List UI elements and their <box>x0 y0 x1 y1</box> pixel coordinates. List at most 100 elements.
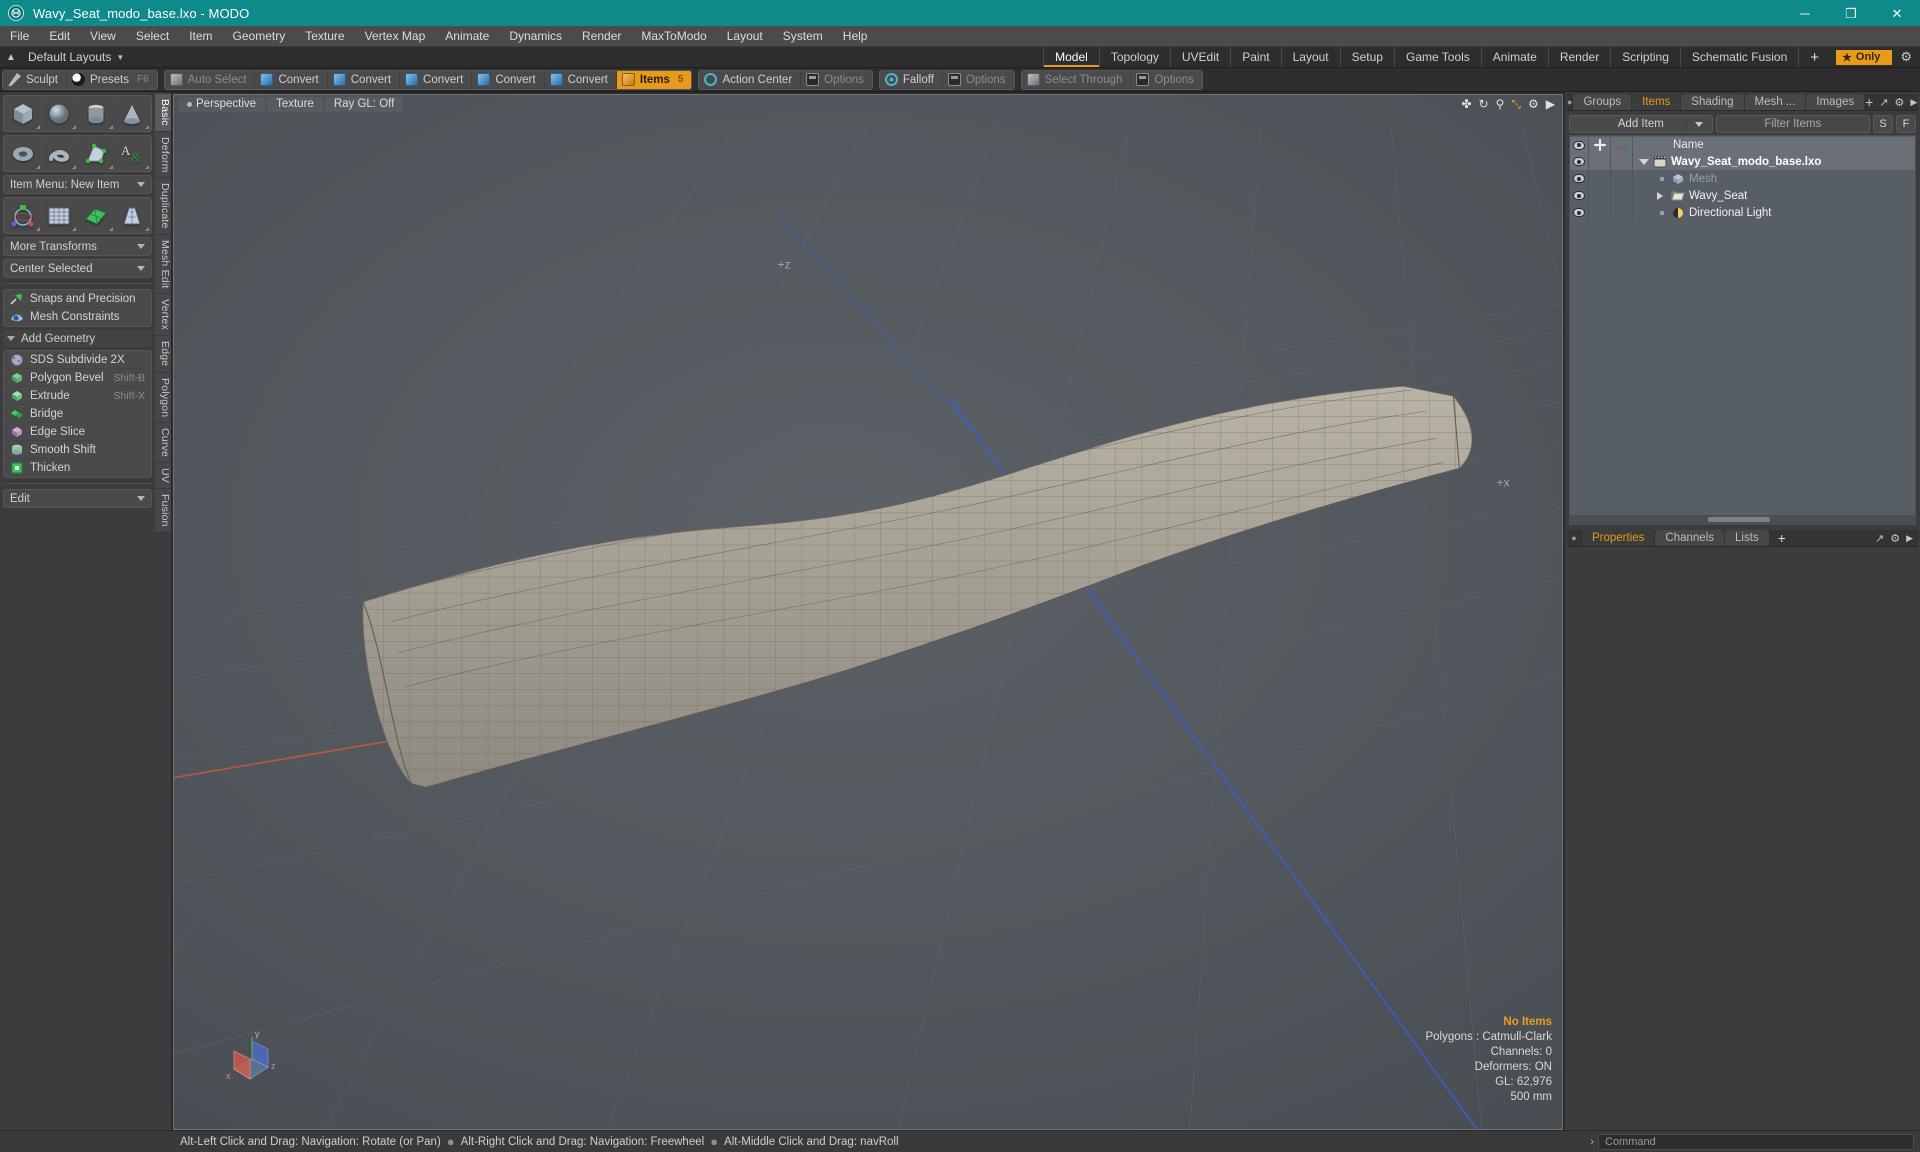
cone-primitive-button[interactable] <box>114 97 150 130</box>
tree-cell-lock[interactable] <box>1589 204 1611 221</box>
add-item-button[interactable]: Add Item <box>1569 115 1713 133</box>
tree-cell-lock[interactable] <box>1589 153 1611 170</box>
tool-bridge[interactable]: Bridge <box>4 405 151 423</box>
item-menu-dropdown[interactable]: Item Menu: New Item <box>3 175 152 194</box>
add-tab-button[interactable]: + <box>1865 94 1873 110</box>
mesh-grid-button[interactable] <box>41 199 77 232</box>
chevron-right-icon[interactable]: ▶ <box>1906 533 1913 544</box>
mesh-constraints-button[interactable]: Mesh Constraints <box>4 308 151 326</box>
panel-handle-icon[interactable]: ● <box>1567 530 1581 546</box>
tree-item-name-cell[interactable]: Mesh <box>1633 170 1915 187</box>
toolbar-convert-button[interactable]: Convert <box>472 70 545 89</box>
layout-tab-uvedit[interactable]: UVEdit <box>1169 47 1230 67</box>
polygon-primitive-button[interactable] <box>78 137 114 170</box>
panel-tab-channels[interactable]: Channels <box>1655 530 1725 546</box>
rotate-icon[interactable]: ↻ <box>1479 98 1489 110</box>
menu-view[interactable]: View <box>80 26 126 47</box>
tree-cell-lock[interactable] <box>1589 170 1611 187</box>
tree-row[interactable]: Wavy_Seat_modo_base.lxo <box>1570 153 1915 170</box>
tree-item-name-cell[interactable]: Wavy_Seat <box>1633 187 1915 204</box>
more-transforms-dropdown[interactable]: More Transforms <box>3 237 152 256</box>
command-input[interactable]: Command <box>1598 1133 1914 1150</box>
gear-icon[interactable]: ⚙ <box>1890 532 1900 545</box>
layout-tab-paint[interactable]: Paint <box>1230 47 1280 67</box>
layout-tab-render[interactable]: Render <box>1547 47 1610 67</box>
bend-deform-button[interactable] <box>78 199 114 232</box>
menu-geometry[interactable]: Geometry <box>223 26 296 47</box>
default-layouts-dropdown[interactable]: Default Layouts ▼ <box>22 47 130 67</box>
vertical-tab-fusion[interactable]: Fusion <box>155 489 171 533</box>
menu-layout[interactable]: Layout <box>717 26 773 47</box>
gear-icon[interactable]: ⚙ <box>1895 96 1905 109</box>
vertical-tab-polygon[interactable]: Polygon <box>155 372 171 424</box>
close-button[interactable]: ✕ <box>1874 0 1920 26</box>
menu-edit[interactable]: Edit <box>39 26 80 47</box>
vertical-tab-vertex[interactable]: Vertex <box>155 294 171 337</box>
item-tree-horizontal-scrollbar[interactable] <box>1570 515 1915 524</box>
add-item-dropdown-arrow[interactable] <box>1685 116 1712 132</box>
menu-texture[interactable]: Texture <box>295 26 354 47</box>
only-toggle-button[interactable]: ★ Only <box>1836 49 1893 65</box>
taper-deform-button[interactable] <box>114 199 150 232</box>
chevron-right-icon[interactable]: ▶ <box>1910 97 1917 108</box>
fit-icon[interactable]: ⤡ <box>1511 98 1521 110</box>
toolbar-options-button[interactable]: Options <box>943 71 1014 89</box>
chevron-right-icon[interactable]: ▶ <box>1546 98 1555 110</box>
text-primitive-button[interactable]: A & <box>114 137 150 170</box>
toolbar-auto-select-button[interactable]: Auto Select <box>165 70 256 89</box>
pan-icon[interactable]: ✤ <box>1461 98 1471 110</box>
spiral-primitive-button[interactable] <box>41 137 77 170</box>
expand-icon[interactable]: ↗ <box>1875 532 1884 545</box>
toolbar-presets-button[interactable]: Presets F6 <box>67 71 157 89</box>
tool-thicken[interactable]: Thicken <box>4 459 151 477</box>
minimize-button[interactable]: ─ <box>1782 0 1828 26</box>
panel-tab-items[interactable]: Items <box>1632 94 1681 110</box>
layout-tab-animate[interactable]: Animate <box>1480 47 1548 67</box>
viewport-tab-ray-gl-off[interactable]: Ray GL: Off <box>324 96 404 112</box>
viewport-tab-texture[interactable]: Texture <box>267 96 323 112</box>
vertical-tab-basic[interactable]: Basic <box>155 94 171 132</box>
tree-cell-axis[interactable] <box>1611 187 1633 204</box>
gear-icon[interactable]: ⚙ <box>1896 49 1916 65</box>
toolbar-options-button[interactable]: Options <box>801 71 872 89</box>
panel-tab-images[interactable]: Images <box>1806 94 1865 110</box>
expander-right-icon[interactable] <box>1657 191 1667 200</box>
expander-down-icon[interactable] <box>1639 158 1649 165</box>
toolbar-action-center-button[interactable]: Action Center <box>699 70 802 89</box>
tree-item-name-cell[interactable]: Wavy_Seat_modo_base.lxo <box>1633 153 1915 170</box>
add-properties-tab-button[interactable]: + <box>1770 530 1794 546</box>
zoom-icon[interactable]: ⚲ <box>1496 98 1505 110</box>
tree-cell-axis[interactable] <box>1611 170 1633 187</box>
viewport-tab-perspective[interactable]: Perspective <box>178 96 266 112</box>
visibility-toggle[interactable] <box>1570 153 1589 170</box>
panel-handle-icon[interactable]: ● <box>1567 94 1572 110</box>
filter-s-button[interactable]: S <box>1873 115 1893 133</box>
tree-cell-axis[interactable] <box>1611 204 1633 221</box>
panel-tab-mesh[interactable]: Mesh ... <box>1744 94 1806 110</box>
visibility-toggle[interactable] <box>1570 204 1589 221</box>
layout-tab-scripting[interactable]: Scripting <box>1610 47 1680 67</box>
layout-tab-topology[interactable]: Topology <box>1098 47 1170 67</box>
scrollbar-thumb[interactable] <box>1708 517 1771 522</box>
tool-smooth-shift[interactable]: Smooth Shift <box>4 441 151 459</box>
menu-help[interactable]: Help <box>833 26 878 47</box>
toolbar-convert-button[interactable]: Convert <box>328 70 401 89</box>
cylinder-primitive-button[interactable] <box>78 97 114 130</box>
tree-cell-lock[interactable] <box>1589 187 1611 204</box>
tree-row[interactable]: Mesh <box>1570 170 1915 187</box>
tool-edge-slice[interactable]: Edge Slice <box>4 423 151 441</box>
tree-item-name-cell[interactable]: Directional Light <box>1633 204 1915 221</box>
tool-sds-subdivide-2x[interactable]: SDS Subdivide 2X <box>4 351 151 369</box>
tool-extrude[interactable]: Extrude Shift-X <box>4 387 151 405</box>
menu-vertex-map[interactable]: Vertex Map <box>355 26 436 47</box>
vertical-tab-edge[interactable]: Edge <box>155 336 171 373</box>
filter-items-input[interactable]: Filter Items <box>1715 115 1870 133</box>
menu-dynamics[interactable]: Dynamics <box>499 26 572 47</box>
vertical-tab-uv[interactable]: UV <box>155 463 171 490</box>
filter-f-button[interactable]: F <box>1896 115 1916 133</box>
torus-primitive-button[interactable] <box>5 137 41 170</box>
toolbar-select-through-button[interactable]: Select Through <box>1022 70 1132 89</box>
vertical-tab-mesh-edit[interactable]: Mesh Edit <box>155 234 171 295</box>
menu-file[interactable]: File <box>0 26 39 47</box>
toolbar-convert-button[interactable]: Convert <box>255 70 328 89</box>
